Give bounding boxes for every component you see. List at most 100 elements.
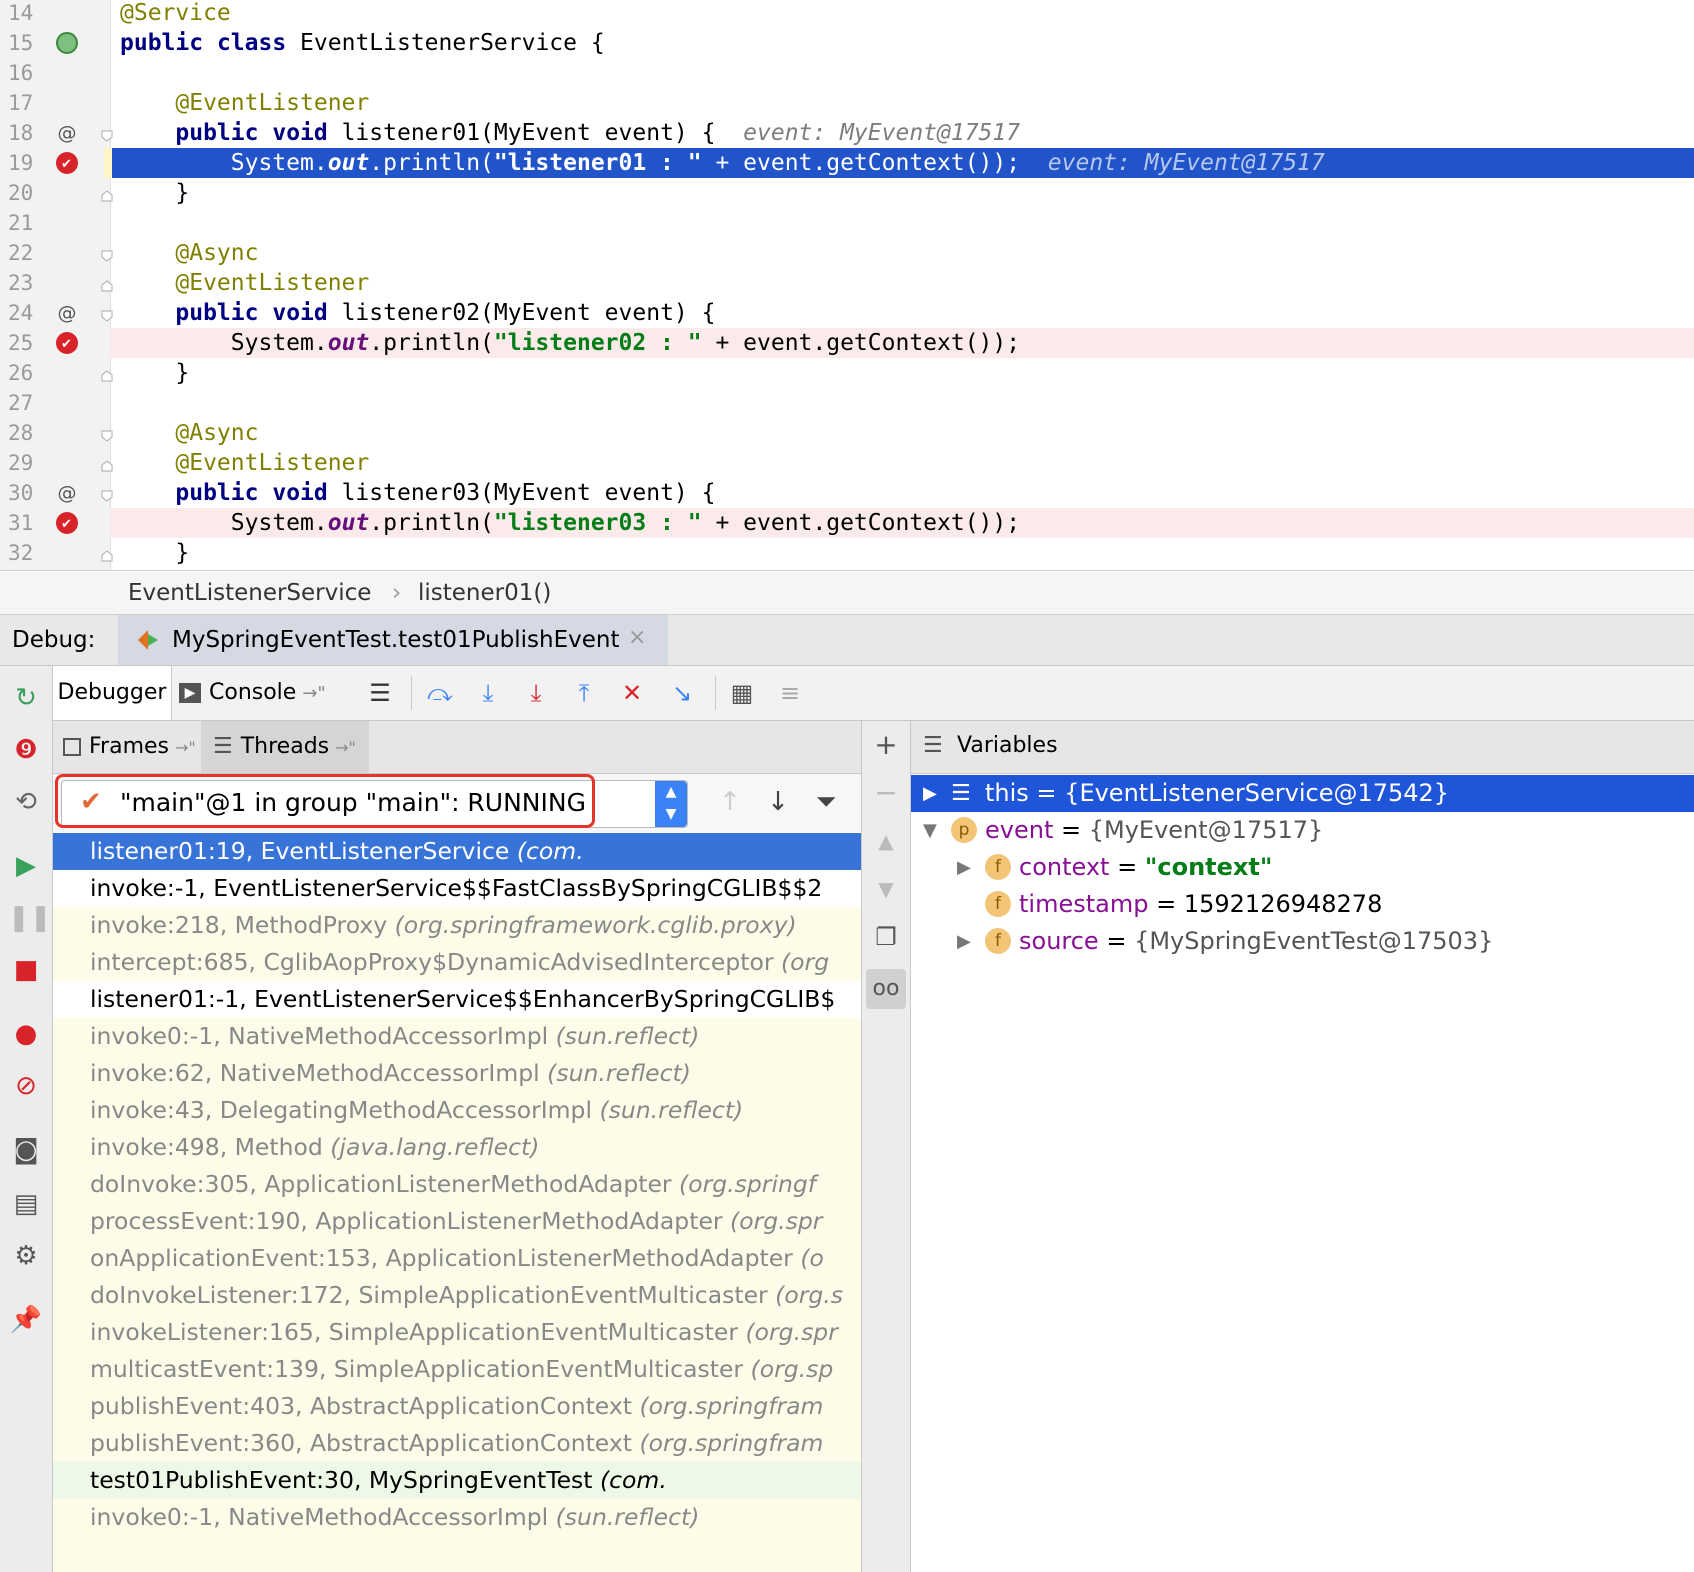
code-editor[interactable]: 14 @Service 15 public class EventListenerSe… <box>0 0 1694 571</box>
stack-frame[interactable]: intercept:685, CglibAopProxy$DynamicAdvi… <box>53 944 861 981</box>
fold-icon[interactable] <box>101 457 113 472</box>
code-line[interactable]: 22 @Async <box>0 238 1694 268</box>
stack-frame[interactable]: invoke:498, Method (java.lang.reflect) <box>53 1129 861 1166</box>
fold-icon[interactable] <box>101 307 113 322</box>
stack-frame[interactable]: test01PublishEvent:30, MySpringEventTest… <box>53 1462 861 1499</box>
resume-icon[interactable]: ▶ <box>8 848 44 884</box>
previous-frame-icon[interactable]: ↑ <box>713 784 747 820</box>
layout-icon[interactable]: ▤ <box>8 1186 44 1222</box>
stack-frame[interactable]: invoke:-1, EventListenerService$$FastCla… <box>53 870 861 907</box>
code-line[interactable]: 16 <box>0 58 1694 88</box>
move-up-icon[interactable]: ▲ <box>870 825 902 857</box>
fold-icon[interactable] <box>101 487 113 502</box>
filter-icon[interactable]: ⏷ <box>809 784 843 820</box>
step-into-icon[interactable]: ⤓ <box>473 678 503 708</box>
copy-icon[interactable]: ❐ <box>870 921 902 953</box>
breadcrumb-class[interactable]: EventListenerService <box>128 580 371 606</box>
code-line[interactable]: 32 } <box>0 538 1694 568</box>
expand-icon[interactable]: ▶ <box>957 923 971 960</box>
variable-row[interactable]: f timestamp = 1592126948278 <box>911 886 1694 923</box>
event-listener-icon[interactable]: @ <box>56 482 78 504</box>
variable-row[interactable]: ▶ f context = "context" <box>911 849 1694 886</box>
tab-console[interactable]: ▶ Console →" <box>179 666 339 720</box>
breakpoint-icon[interactable] <box>56 332 78 356</box>
view-breakpoints-icon[interactable]: ● <box>8 1016 44 1052</box>
code-line[interactable]: 25 System.out.println("listener02 : " + … <box>0 328 1694 358</box>
tab-debugger[interactable]: Debugger <box>53 666 172 720</box>
stack-frame[interactable]: listener01:-1, EventListenerService$$Enh… <box>53 981 861 1018</box>
stack-frame[interactable]: processEvent:190, ApplicationListenerMet… <box>53 1203 861 1240</box>
code-line[interactable]: 23 @EventListener <box>0 268 1694 298</box>
code-line[interactable]: 31 System.out.println("listener03 : " + … <box>0 508 1694 538</box>
fold-icon[interactable] <box>101 367 113 382</box>
step-over-icon[interactable]: ⤼ <box>425 678 455 708</box>
code-line[interactable]: 20 } <box>0 178 1694 208</box>
stack-frame[interactable]: invoke0:-1, NativeMethodAccessorImpl (su… <box>53 1018 861 1055</box>
mute-breakpoints-icon[interactable]: ⊘ <box>8 1068 44 1104</box>
breakpoint-icon[interactable] <box>56 512 78 536</box>
trace-stream-icon[interactable]: ≡ <box>775 678 805 708</box>
evaluate-expression-icon[interactable]: ▦ <box>727 678 757 708</box>
stack-frame[interactable]: invoke:43, DelegatingMethodAccessorImpl … <box>53 1092 861 1129</box>
code-line[interactable]: 19 System.out.println("listener01 : " + … <box>0 148 1694 178</box>
code-line[interactable]: 28 @Async <box>0 418 1694 448</box>
code-line[interactable]: 27 <box>0 388 1694 418</box>
step-out-icon[interactable]: ⤒ <box>569 678 599 708</box>
fold-icon[interactable] <box>101 547 113 562</box>
fold-icon[interactable] <box>101 427 113 442</box>
tab-threads[interactable]: ☰ Threads →" <box>201 721 369 773</box>
stack-frame[interactable]: invoke:218, MethodProxy (org.springframe… <box>53 907 861 944</box>
stack-frame[interactable]: doInvoke:305, ApplicationListenerMethodA… <box>53 1166 861 1203</box>
spring-bean-icon[interactable] <box>56 32 78 54</box>
fold-icon[interactable] <box>101 127 113 142</box>
code-line[interactable]: 26 } <box>0 358 1694 388</box>
rerun-icon[interactable]: ↻ <box>8 680 44 716</box>
close-icon[interactable]: × <box>628 625 646 650</box>
stack-frame[interactable]: publishEvent:403, AbstractApplicationCon… <box>53 1388 861 1425</box>
show-execution-point-icon[interactable]: ☰ <box>365 678 395 708</box>
breadcrumb-method[interactable]: listener01() <box>418 580 551 606</box>
code-line[interactable]: 15 public class EventListenerService { <box>0 28 1694 58</box>
stop-icon[interactable]: ■ <box>8 952 44 988</box>
stack-frame[interactable]: multicastEvent:139, SimpleApplicationEve… <box>53 1351 861 1388</box>
pause-icon[interactable]: ❚❚ <box>8 900 52 936</box>
remove-watch-icon[interactable]: − <box>870 777 902 809</box>
restore-layout-icon[interactable]: ⟲ <box>8 784 44 820</box>
move-down-icon[interactable]: ▼ <box>870 873 902 905</box>
tab-frames[interactable]: Frames →" <box>63 721 203 773</box>
pin-icon[interactable]: 📌 <box>8 1302 44 1338</box>
stack-frame[interactable]: invokeListener:165, SimpleApplicationEve… <box>53 1314 861 1351</box>
debug-session-tab[interactable]: MySpringEventTest.test01PublishEvent × <box>118 615 668 665</box>
event-listener-icon[interactable]: @ <box>56 302 78 324</box>
stack-frame[interactable]: listener01:19, EventListenerService (com… <box>53 833 861 870</box>
glasses-icon[interactable]: oo <box>866 969 906 1009</box>
camera-icon[interactable]: ◙ <box>8 1132 44 1168</box>
code-line[interactable]: 29 @EventListener <box>0 448 1694 478</box>
fold-icon[interactable] <box>101 187 113 202</box>
stack-frame[interactable]: onApplicationEvent:153, ApplicationListe… <box>53 1240 861 1277</box>
code-line[interactable]: 17 @EventListener <box>0 88 1694 118</box>
drop-frame-icon[interactable]: ✕ <box>617 678 647 708</box>
stack-frame[interactable]: invoke:62, NativeMethodAccessorImpl (sun… <box>53 1055 861 1092</box>
add-watch-icon[interactable]: + <box>870 729 902 761</box>
run-to-cursor-icon[interactable]: ↘ <box>667 678 697 708</box>
force-step-into-icon[interactable]: ⤓ <box>521 678 551 708</box>
fold-icon[interactable] <box>101 247 113 262</box>
expand-icon[interactable]: ▶ <box>923 775 937 812</box>
fold-icon[interactable] <box>101 277 113 292</box>
code-line[interactable]: 24 @ public void listener02(MyEvent event… <box>0 298 1694 328</box>
event-listener-icon[interactable]: @ <box>56 122 78 144</box>
code-line[interactable]: 30 @ public void listener03(MyEvent event… <box>0 478 1694 508</box>
next-frame-icon[interactable]: ↓ <box>761 784 795 820</box>
expand-icon[interactable]: ▶ <box>957 849 971 886</box>
settings-icon[interactable]: ⚙ <box>8 1238 44 1274</box>
collapse-icon[interactable]: ▼ <box>923 812 937 849</box>
stack-frame[interactable]: doInvokeListener:172, SimpleApplicationE… <box>53 1277 861 1314</box>
code-line[interactable]: 14 @Service <box>0 0 1694 28</box>
stack-frame[interactable]: publishEvent:360, AbstractApplicationCon… <box>53 1425 861 1462</box>
code-line[interactable]: 18 @ public void listener01(MyEvent event… <box>0 118 1694 148</box>
code-line[interactable]: 21 <box>0 208 1694 238</box>
stack-frame[interactable]: invoke0:-1, NativeMethodAccessorImpl (su… <box>53 1499 861 1536</box>
variable-row[interactable]: ▼ p event = {MyEvent@17517} <box>911 812 1694 849</box>
variable-row[interactable]: ▶ f source = {MySpringEventTest@17503} <box>911 923 1694 960</box>
